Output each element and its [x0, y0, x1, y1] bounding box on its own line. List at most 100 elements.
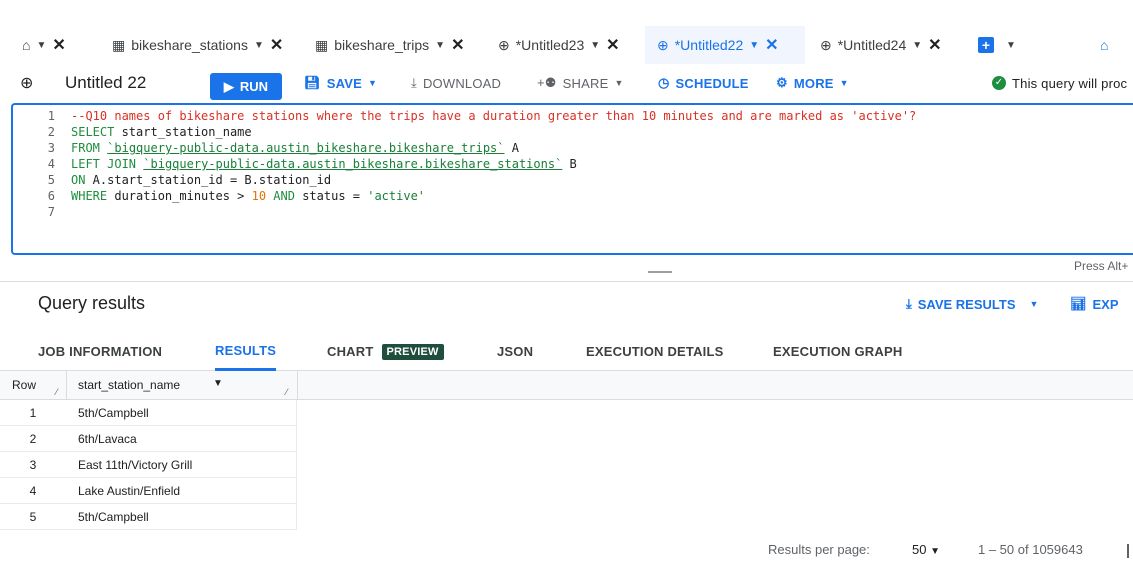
row-number: 2 — [29, 432, 37, 446]
add-icon: + — [978, 37, 994, 53]
home-button[interactable]: ⌂ — [1100, 26, 1108, 64]
save-icon: 💾︎ — [304, 75, 321, 90]
chevron-down-icon[interactable]: ▼ — [435, 40, 445, 51]
table-reference[interactable]: `bigquery-public-data.austin_bikeshare.b… — [143, 157, 562, 171]
cell-start-station-name[interactable]: East 11th/Victory Grill — [78, 458, 192, 472]
pagination-bar: Results per page: 50 ▼ 1 – 50 of 1059643 — [0, 540, 1133, 563]
chevron-down-icon[interactable]: ▼ — [749, 40, 759, 51]
close-icon[interactable]: ✕ — [52, 35, 65, 55]
preview-badge: PREVIEW — [381, 343, 444, 360]
chevron-down-icon: ▼ — [614, 78, 624, 88]
line-number: 7 — [47, 205, 55, 219]
keyword: SELECT — [71, 125, 115, 139]
tab-label: bikeshare_stations — [131, 37, 248, 53]
line-number: 1 — [47, 109, 55, 123]
table-row[interactable]: 2 6th/Lavaca — [0, 426, 297, 452]
tab-bikeshare-trips[interactable]: ▦ bikeshare_trips ▼ ✕ — [315, 26, 464, 64]
column-header-row: Row — [12, 378, 37, 392]
tab-untitled23[interactable]: ⊕ *Untitled23 ▼ ✕ — [498, 26, 620, 64]
line-number: 4 — [47, 157, 55, 171]
close-icon[interactable]: ✕ — [451, 35, 464, 55]
chevron-down-icon: ▼ — [930, 546, 940, 557]
shortcut-hint: Press Alt+ — [1074, 259, 1129, 273]
chevron-down-icon[interactable]: ▼ — [590, 40, 600, 51]
resize-handle[interactable] — [648, 271, 672, 273]
query-icon: ⊕ — [657, 36, 669, 53]
run-button[interactable]: ▶ RUN — [210, 73, 282, 100]
chevron-down-icon[interactable]: ▼ — [912, 40, 922, 51]
string-literal: 'active' — [367, 189, 426, 203]
query-icon: ⊕ — [498, 36, 510, 53]
code-text: status = — [294, 189, 368, 203]
schedule-button[interactable]: ◷ SCHEDULE — [658, 64, 749, 102]
more-button[interactable]: ⚙ MORE ▼ — [776, 64, 849, 102]
save-button[interactable]: 💾︎ SAVE ▼ — [304, 64, 377, 102]
tab-execution-details[interactable]: EXECUTION DETAILS — [586, 333, 724, 370]
editor-tab-bar: ⌂ ▼ ✕ ▦ bikeshare_stations ▼ ✕ ▦ bikesha… — [0, 26, 1133, 64]
cell-start-station-name[interactable]: Lake Austin/Enfield — [78, 484, 180, 498]
cell-start-station-name[interactable]: 5th/Campbell — [78, 510, 149, 524]
resize-icon[interactable]: ⁄ — [56, 387, 58, 397]
resize-icon[interactable]: ⁄ — [286, 387, 288, 397]
keyword: FROM — [71, 141, 100, 155]
code-text: A — [504, 141, 519, 155]
code-line-4: LEFT JOIN `bigquery-public-data.austin_b… — [71, 157, 577, 171]
tab-untitled24[interactable]: ⊕ *Untitled24 ▼ ✕ — [820, 26, 942, 64]
row-number: 5 — [29, 510, 37, 524]
sql-editor[interactable]: 1 2 3 4 5 6 7 --Q10 names of bikeshare s… — [11, 103, 1133, 255]
tab-bikeshare-stations[interactable]: ▦ bikeshare_stations ▼ ✕ — [112, 26, 283, 64]
column-header-start-station-name[interactable]: start_station_name — [78, 378, 180, 392]
status-text: This query will proc — [1012, 75, 1128, 91]
more-label: MORE — [793, 75, 834, 91]
results-title: Query results — [38, 293, 146, 313]
share-label: SHARE — [562, 75, 609, 91]
tab-home[interactable]: ⌂ ▼ ✕ — [22, 26, 66, 64]
chart-icon: 📊︎ — [1070, 296, 1087, 311]
share-button[interactable]: +⚉ SHARE ▼ — [537, 64, 624, 102]
page-range: 1 – 50 of 1059643 — [978, 542, 1083, 557]
tab-chart[interactable]: CHART PREVIEW — [327, 333, 444, 370]
close-icon[interactable]: ✕ — [270, 35, 283, 55]
table-reference[interactable]: `bigquery-public-data.austin_bikeshare.b… — [107, 141, 504, 155]
table-row[interactable]: 5 5th/Campbell — [0, 504, 297, 530]
new-tab-button[interactable]: + ▼ — [978, 26, 1016, 64]
tab-job-information[interactable]: JOB INFORMATION — [38, 333, 162, 370]
line-number: 6 — [47, 189, 55, 203]
close-icon[interactable]: ✕ — [765, 35, 778, 55]
download-icon: ⤓ — [906, 296, 912, 311]
tab-results[interactable]: RESULTS — [215, 333, 277, 371]
cell-start-station-name[interactable]: 5th/Campbell — [78, 406, 149, 420]
per-page-label: Results per page: — [768, 542, 870, 557]
explore-data-button[interactable]: 📊︎ EXP — [1070, 296, 1119, 312]
tab-execution-graph[interactable]: EXECUTION GRAPH — [773, 333, 902, 370]
download-icon: ⤓ — [411, 75, 417, 90]
clock-icon: ◷ — [658, 75, 670, 90]
line-number: 2 — [47, 125, 55, 139]
download-button[interactable]: ⤓ DOWNLOAD — [411, 64, 501, 102]
save-results-button[interactable]: ⤓ SAVE RESULTS ▼ — [906, 296, 1038, 312]
chevron-down-icon[interactable]: ▼ — [36, 40, 46, 51]
number-literal: 10 — [251, 189, 267, 203]
tab-label: *Untitled24 — [837, 37, 907, 53]
line-number: 3 — [47, 141, 55, 155]
run-label: RUN — [239, 79, 269, 94]
first-page-icon[interactable] — [1127, 544, 1129, 558]
chevron-down-icon[interactable]: ▼ — [254, 40, 264, 51]
keyword: AND — [266, 189, 295, 203]
tab-untitled22[interactable]: ⊕ *Untitled22 ▼ ✕ — [645, 26, 805, 64]
table-row[interactable]: 3 East 11th/Victory Grill — [0, 452, 297, 478]
table-row[interactable]: 1 5th/Campbell — [0, 400, 297, 426]
tab-json[interactable]: JSON — [497, 333, 533, 370]
per-page-select[interactable]: 50 ▼ — [912, 542, 940, 557]
share-icon: +⚉ — [537, 75, 557, 90]
cell-start-station-name[interactable]: 6th/Lavaca — [78, 432, 137, 446]
chevron-down-icon: ▼ — [1029, 299, 1039, 309]
close-icon[interactable]: ✕ — [928, 35, 941, 55]
code-line-3: FROM `bigquery-public-data.austin_bikesh… — [71, 141, 519, 155]
query-icon: ⊕ — [820, 36, 832, 53]
chevron-down-icon[interactable]: ▼ — [1006, 40, 1016, 51]
sort-chevron-icon[interactable]: ▼ — [213, 378, 223, 389]
close-icon[interactable]: ✕ — [606, 35, 619, 55]
table-row[interactable]: 4 Lake Austin/Enfield — [0, 478, 297, 504]
divider — [66, 371, 67, 400]
